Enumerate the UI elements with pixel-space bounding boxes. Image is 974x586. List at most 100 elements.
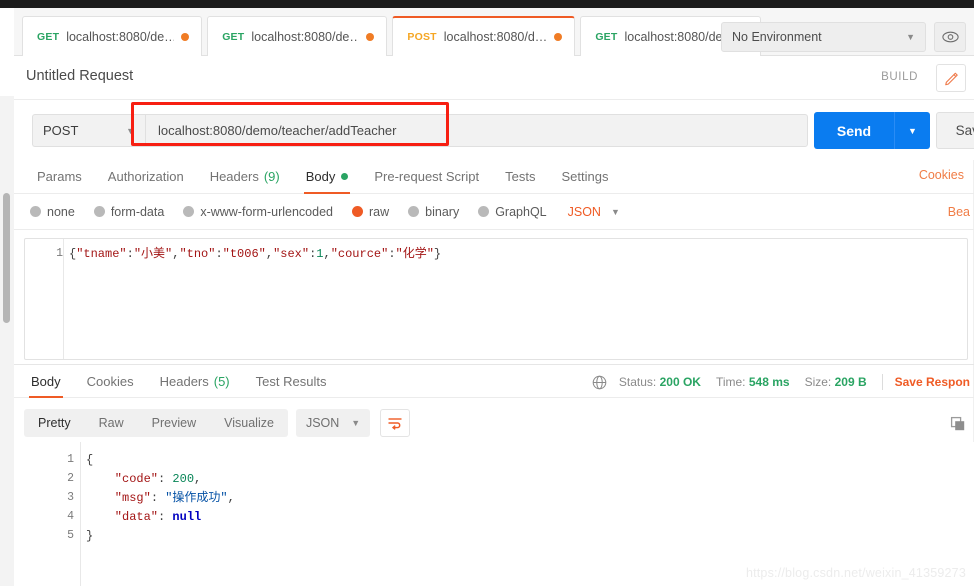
line-number: 3: [67, 491, 74, 504]
request-tab-bar: GET localhost:8080/de… GET localhost:8080/d…: [14, 8, 974, 56]
line-number: 5: [67, 529, 74, 542]
tab-count: (9): [263, 169, 280, 184]
tab-label: Body: [31, 373, 61, 389]
time-label: Time:: [715, 375, 746, 389]
response-view-preview[interactable]: Preview: [138, 409, 210, 437]
code-token: "data": [114, 510, 159, 524]
size-value: 209 B: [834, 375, 867, 389]
request-tab-settings[interactable]: Settings: [548, 160, 621, 194]
save-response-link[interactable]: Save Respon: [895, 375, 970, 389]
code-token: "化学": [395, 247, 434, 261]
body-type-none[interactable]: none: [30, 205, 75, 219]
left-rail-top: [0, 8, 14, 96]
size-item: Size: 209 B: [805, 375, 867, 389]
request-body-editor[interactable]: 1{"tname": "小美", "tno": "t006", "sex":1, "cou…: [24, 238, 968, 360]
code-token: "tno": [179, 247, 216, 261]
response-format-selector[interactable]: JSON ▼: [295, 409, 371, 437]
request-tab-tests[interactable]: Tests: [492, 160, 548, 194]
response-view-toolbar: Pretty Raw Preview Visualize JSON ▼: [14, 404, 974, 442]
request-tab-params[interactable]: Params: [24, 160, 95, 194]
request-tab-authorization[interactable]: Authorization: [95, 160, 197, 194]
request-tab-headers[interactable]: Headers (9): [197, 160, 293, 194]
chevron-down-icon: ▼: [906, 32, 915, 42]
chevron-down-icon: ▼: [351, 418, 361, 428]
response-view-visualize[interactable]: Visualize: [210, 409, 288, 437]
copy-response-button[interactable]: [946, 412, 970, 436]
code-token: }: [433, 247, 442, 261]
environment-quick-look-button[interactable]: [934, 22, 966, 52]
meta-divider: [881, 374, 883, 390]
send-button[interactable]: Send: [814, 112, 894, 149]
status-value: 200 OK: [659, 375, 701, 389]
line-number: 1: [56, 247, 63, 260]
unsaved-dot-icon[interactable]: [554, 33, 563, 41]
request-tab-method: GET: [222, 30, 245, 43]
http-method-selector[interactable]: POST ▼: [32, 114, 145, 147]
code-line: {: [86, 452, 93, 468]
response-view-pretty[interactable]: Pretty: [24, 409, 85, 437]
request-title[interactable]: Untitled Request: [26, 68, 133, 84]
code-token: "code": [114, 472, 159, 486]
body-type-label: form-data: [110, 204, 165, 219]
response-body-editor[interactable]: 1 {2 "code": 200, 3 "msg": "操作成功", 4 "data": n…: [14, 442, 974, 586]
save-button[interactable]: Save: [936, 112, 974, 149]
code-token: "cource": [330, 247, 389, 261]
cookies-link[interactable]: Cookies: [919, 168, 964, 182]
radio-icon: [93, 206, 105, 217]
code-token: ,: [265, 247, 274, 261]
edit-request-button[interactable]: [936, 64, 966, 92]
unsaved-dot-icon[interactable]: [366, 32, 375, 41]
request-tab-body[interactable]: Body: [293, 160, 362, 194]
tab-label: Cookies: [86, 373, 134, 389]
environment-selector[interactable]: No Environment ▼: [721, 22, 926, 52]
code-token: 200: [172, 472, 195, 486]
response-tab-body[interactable]: Body: [18, 364, 74, 398]
tab-label: Headers: [159, 373, 209, 389]
response-tab-headers[interactable]: Headers (5): [147, 364, 243, 398]
response-view-raw[interactable]: Raw: [85, 409, 138, 437]
body-type-label: none: [47, 204, 75, 219]
code-line: "msg": "操作成功",: [115, 490, 235, 506]
body-type-label: raw: [369, 204, 390, 219]
watermark: https://blog.csdn.net/weixin_41359273: [745, 566, 966, 580]
bearer-link[interactable]: Bea: [948, 205, 970, 219]
unsaved-dot-icon[interactable]: [181, 32, 190, 41]
request-tab-label: localhost:8080/d…: [443, 30, 548, 44]
tab-label: Pre-request Script: [374, 169, 480, 184]
body-format-selector[interactable]: JSON ▼: [568, 205, 620, 219]
response-tab-test-results[interactable]: Test Results: [243, 364, 340, 398]
sidebar-scrollbar-track[interactable]: [0, 96, 14, 586]
code-token: }: [86, 529, 94, 543]
pencil-icon: [944, 72, 958, 85]
code-token: "tname": [76, 247, 127, 261]
request-title-row: Untitled Request BUILD: [14, 56, 974, 100]
request-tab-0[interactable]: GET localhost:8080/de…: [22, 16, 203, 56]
body-type-x-www-form-urlencoded[interactable]: x-www-form-urlencoded: [183, 205, 333, 219]
body-type-raw[interactable]: raw: [352, 205, 389, 219]
radio-icon: [478, 206, 490, 217]
code-token: 1: [316, 247, 324, 261]
send-options-button[interactable]: ▼: [894, 112, 930, 149]
body-type-form-data[interactable]: form-data: [93, 204, 165, 219]
wrap-lines-button[interactable]: [380, 409, 411, 437]
response-tab-cookies[interactable]: Cookies: [74, 364, 147, 398]
tab-label: Body: [305, 169, 336, 184]
url-input[interactable]: localhost:8080/demo/teacher/addTeacher: [145, 114, 808, 147]
environment-selected-label: No Environment: [732, 30, 822, 44]
tab-count: (5): [213, 373, 230, 389]
code-token: "msg": [114, 491, 151, 505]
tab-label: Authorization: [107, 169, 184, 184]
body-type-label: GraphQL: [495, 204, 547, 219]
environment-controls: No Environment ▼: [721, 22, 966, 52]
code-line: "code": 200,: [115, 471, 201, 487]
tab-label: Settings: [561, 169, 609, 184]
request-tab-1[interactable]: GET localhost:8080/de…: [207, 16, 388, 56]
request-tabs: GET localhost:8080/de… GET localhost:8080/d…: [22, 16, 832, 56]
body-type-graphql[interactable]: GraphQL: [478, 204, 547, 219]
postman-window: GET localhost:8080/de… GET localhost:8080/d…: [0, 0, 974, 586]
request-tab-2[interactable]: POST localhost:8080/d…: [392, 16, 576, 56]
request-tab-pre-request-script[interactable]: Pre-request Script: [361, 160, 492, 194]
copy-icon: [950, 416, 965, 431]
body-type-binary[interactable]: binary: [408, 205, 459, 219]
sidebar-scrollbar-thumb[interactable]: [3, 193, 10, 323]
